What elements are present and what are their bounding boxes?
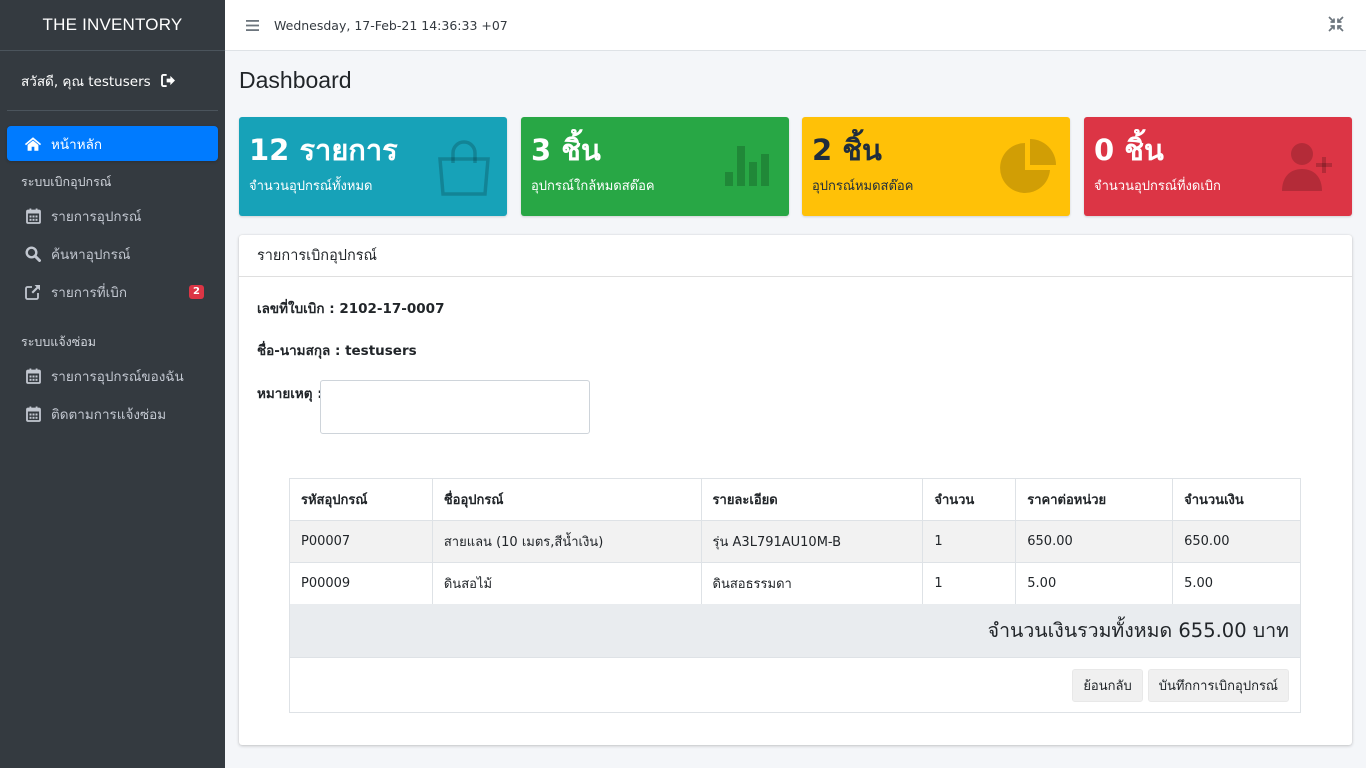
table-cell: 5.00 [1015, 562, 1174, 605]
column-header: ราคาต่อหน่วย [1015, 478, 1174, 521]
table-row: P00007 สายแลน (10 เมตร,สีน้ำเงิน) รุ่น A… [289, 520, 1301, 563]
stat-box-low-stock: 3 ชิ้น อุปกรณ์ใกล้หมดสต๊อค [521, 117, 789, 216]
sidebar-item-label: รายการที่เบิก [51, 284, 128, 301]
stat-value: 0 ชิ้น [1094, 133, 1164, 167]
stat-box-out-of-stock: 2 ชิ้น อุปกรณ์หมดสต๊อค [802, 117, 1070, 216]
table-header-row: รหัสอุปกรณ์ ชื่ออุปกรณ์ รายละเอียด จำนวน… [289, 478, 1301, 521]
search-icon [24, 245, 42, 263]
sidebar-item-label: หน้าหลัก [51, 136, 103, 153]
stat-box-suspended: 0 ชิ้น จำนวนอุปกรณ์ที่งดเบิก [1084, 117, 1352, 216]
shopping-bag-icon [435, 139, 493, 201]
nav-header-withdraw: ระบบเบิกอุปกรณ์ [21, 174, 112, 189]
column-header: ชื่ออุปกรณ์ [431, 478, 702, 521]
table-cell: 1 [922, 562, 1017, 605]
home-icon [24, 135, 42, 153]
page-title: Dashboard [239, 67, 352, 93]
action-buttons: ย้อนกลับ บันทึกการเบิกอุปกรณ์ [289, 658, 1301, 713]
back-button[interactable]: ย้อนกลับ [1072, 668, 1143, 702]
table-cell: P00009 [289, 562, 433, 605]
table-cell: ดินสอไม้ [431, 562, 702, 605]
main-content: Dashboard 12 รายการ จำนวนอุปกรณ์ทั้งหมด … [225, 51, 1366, 768]
card-title: รายการเบิกอุปกรณ์ [239, 235, 1352, 277]
user-plus-icon [1282, 141, 1338, 195]
table-cell: 1 [922, 520, 1017, 563]
items-table: รหัสอุปกรณ์ ชื่ออุปกรณ์ รายละเอียด จำนวน… [289, 478, 1301, 605]
withdraw-card: รายการเบิกอุปกรณ์ เลขที่ใบเบิก : 2102-17… [239, 235, 1352, 745]
sidebar-item-label: ติดตามการแจ้งซ่อม [51, 406, 167, 423]
user-greeting: สวัสดี, คุณ testusers [21, 73, 151, 90]
stat-label: อุปกรณ์ใกล้หมดสต๊อค [531, 179, 655, 194]
stat-label: จำนวนอุปกรณ์ที่งดเบิก [1094, 179, 1221, 194]
sidebar-item-home[interactable]: หน้าหลัก [7, 126, 218, 161]
table-cell: ดินสอธรรมดา [700, 562, 924, 605]
table-cell: 650.00 [1172, 520, 1301, 563]
sidebar-item-label: รายการอุปกรณ์ของฉัน [51, 368, 184, 385]
bar-chart-icon [723, 144, 769, 190]
notification-badge: 2 [189, 284, 204, 299]
brand-link[interactable]: THE INVENTORY [0, 0, 225, 51]
external-link-icon [24, 283, 42, 301]
stat-value: 12 รายการ [249, 133, 398, 167]
calendar-icon [24, 207, 42, 225]
hamburger-icon[interactable] [246, 19, 260, 31]
table-cell: 5.00 [1172, 562, 1301, 605]
table-cell: สายแลน (10 เมตร,สีน้ำเงิน) [431, 520, 702, 563]
sidebar-item-my-equipment[interactable]: รายการอุปกรณ์ของฉัน [7, 358, 218, 393]
compress-icon[interactable] [1328, 16, 1344, 36]
table-row: P00009 ดินสอไม้ ดินสอธรรมดา 1 5.00 5.00 [289, 562, 1301, 605]
user-panel: สวัสดี, คุณ testusers [7, 51, 218, 111]
sidebar-nav: หน้าหลัก ระบบเบิกอุปกรณ์ รายการอุปกรณ์ ค… [0, 111, 225, 431]
sidebar-item-withdrawn-list[interactable]: รายการที่เบิก 2 [7, 274, 218, 309]
sidebar-item-equipment-list[interactable]: รายการอุปกรณ์ [7, 198, 218, 233]
save-withdraw-button[interactable]: บันทึกการเบิกอุปกรณ์ [1147, 668, 1289, 702]
sidebar-item-search-equipment[interactable]: ค้นหาอุปกรณ์ [7, 236, 218, 271]
table-cell: P00007 [289, 520, 433, 563]
sign-out-icon[interactable] [160, 74, 176, 87]
document-number: เลขที่ใบเบิก : 2102-17-0007 [257, 301, 445, 317]
remark-label: หมายเหตุ : [257, 386, 323, 402]
pie-chart-icon [1000, 139, 1056, 199]
calendar-icon [24, 405, 42, 423]
table-cell: รุ่น A3L791AU10M-B [700, 520, 924, 563]
top-navbar: Wednesday, 17-Feb-21 14:36:33 +07 [225, 0, 1366, 51]
datetime-display: Wednesday, 17-Feb-21 14:36:33 +07 [274, 17, 508, 33]
nav-header-repair: ระบบแจ้งซ่อม [21, 334, 97, 349]
stat-value: 2 ชิ้น [812, 133, 882, 167]
stat-value: 3 ชิ้น [531, 133, 601, 167]
column-header: รหัสอุปกรณ์ [289, 478, 433, 521]
grand-total: จำนวนเงินรวมทั้งหมด 655.00 บาท [289, 604, 1301, 658]
stat-label: จำนวนอุปกรณ์ทั้งหมด [249, 179, 373, 194]
full-name: ชื่อ-นามสกุล : testusers [257, 343, 417, 359]
column-header: รายละเอียด [700, 478, 924, 521]
remark-textarea[interactable] [320, 380, 590, 434]
stat-box-total-equipment: 12 รายการ จำนวนอุปกรณ์ทั้งหมด [239, 117, 507, 216]
column-header: จำนวนเงิน [1172, 478, 1301, 521]
calendar-icon [24, 367, 42, 385]
column-header: จำนวน [922, 478, 1017, 521]
stat-label: อุปกรณ์หมดสต๊อค [812, 179, 914, 194]
sidebar-item-label: รายการอุปกรณ์ [51, 208, 142, 225]
table-cell: 650.00 [1015, 520, 1174, 563]
sidebar: THE INVENTORY สวัสดี, คุณ testusers หน้า… [0, 0, 225, 768]
sidebar-item-track-repair[interactable]: ติดตามการแจ้งซ่อม [7, 396, 218, 431]
sidebar-item-label: ค้นหาอุปกรณ์ [51, 246, 131, 263]
